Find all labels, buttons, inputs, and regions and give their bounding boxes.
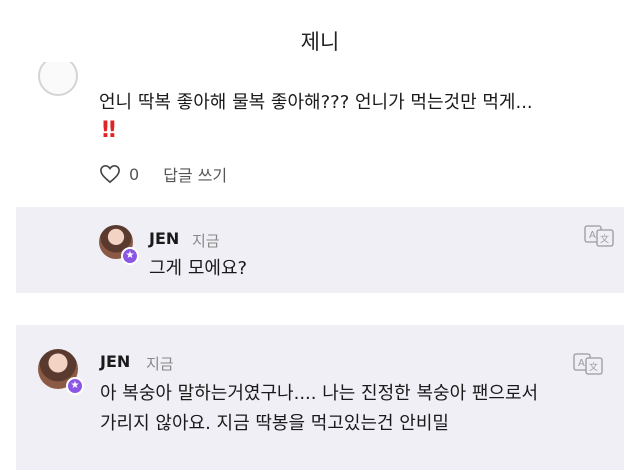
svg-text:A: A [589, 230, 596, 241]
star-icon: ★ [66, 377, 84, 395]
translate-icon[interactable]: A 文 [584, 225, 614, 247]
reply-button[interactable]: 답글 쓰기 [163, 162, 227, 186]
comment-actions: 0 답글 쓰기 [99, 162, 227, 186]
reply-time: 지금 [146, 355, 174, 373]
reply-author[interactable]: JEN [100, 352, 130, 371]
reply-text-line: 가리지 않아요. 지금 딱봉을 먹고있는건 안비밀 [100, 413, 449, 434]
reply-text-line: 아 복숭아 말하는거였구나.... 나는 진정한 복숭아 팬으로서 [100, 383, 539, 404]
page-title: 제니 [300, 30, 340, 54]
like-count: 0 [129, 164, 140, 184]
svg-text:A: A [578, 358, 585, 369]
heart-icon[interactable] [99, 164, 121, 184]
avatar[interactable]: ★ [38, 349, 84, 395]
chat-screen: 제니 언니 딱복 좋아해 물복 좋아해??? 언니가 먹는것만 먹게... ‼ … [0, 0, 640, 470]
reply-time: 지금 [192, 232, 220, 250]
reply-author[interactable]: JEN [149, 229, 179, 248]
svg-text:文: 文 [589, 361, 598, 373]
reply-item: ★ JEN 지금 아 복숭아 말하는거였구나.... 나는 진정한 복숭아 팬으… [16, 325, 624, 470]
translate-icon[interactable]: A 文 [573, 353, 603, 375]
avatar[interactable]: ★ [99, 225, 139, 265]
svg-text:文: 文 [600, 233, 609, 245]
avatar[interactable] [38, 62, 78, 98]
double-exclamation-emoji: ‼ [102, 118, 116, 143]
comment-text: 언니 딱복 좋아해 물복 좋아해??? 언니가 먹는것만 먹게... [99, 92, 533, 113]
reply-text: 그게 모에요? [149, 258, 248, 279]
reply-item: ★ JEN 지금 그게 모에요? A 文 [16, 207, 624, 293]
star-icon: ★ [121, 247, 139, 265]
